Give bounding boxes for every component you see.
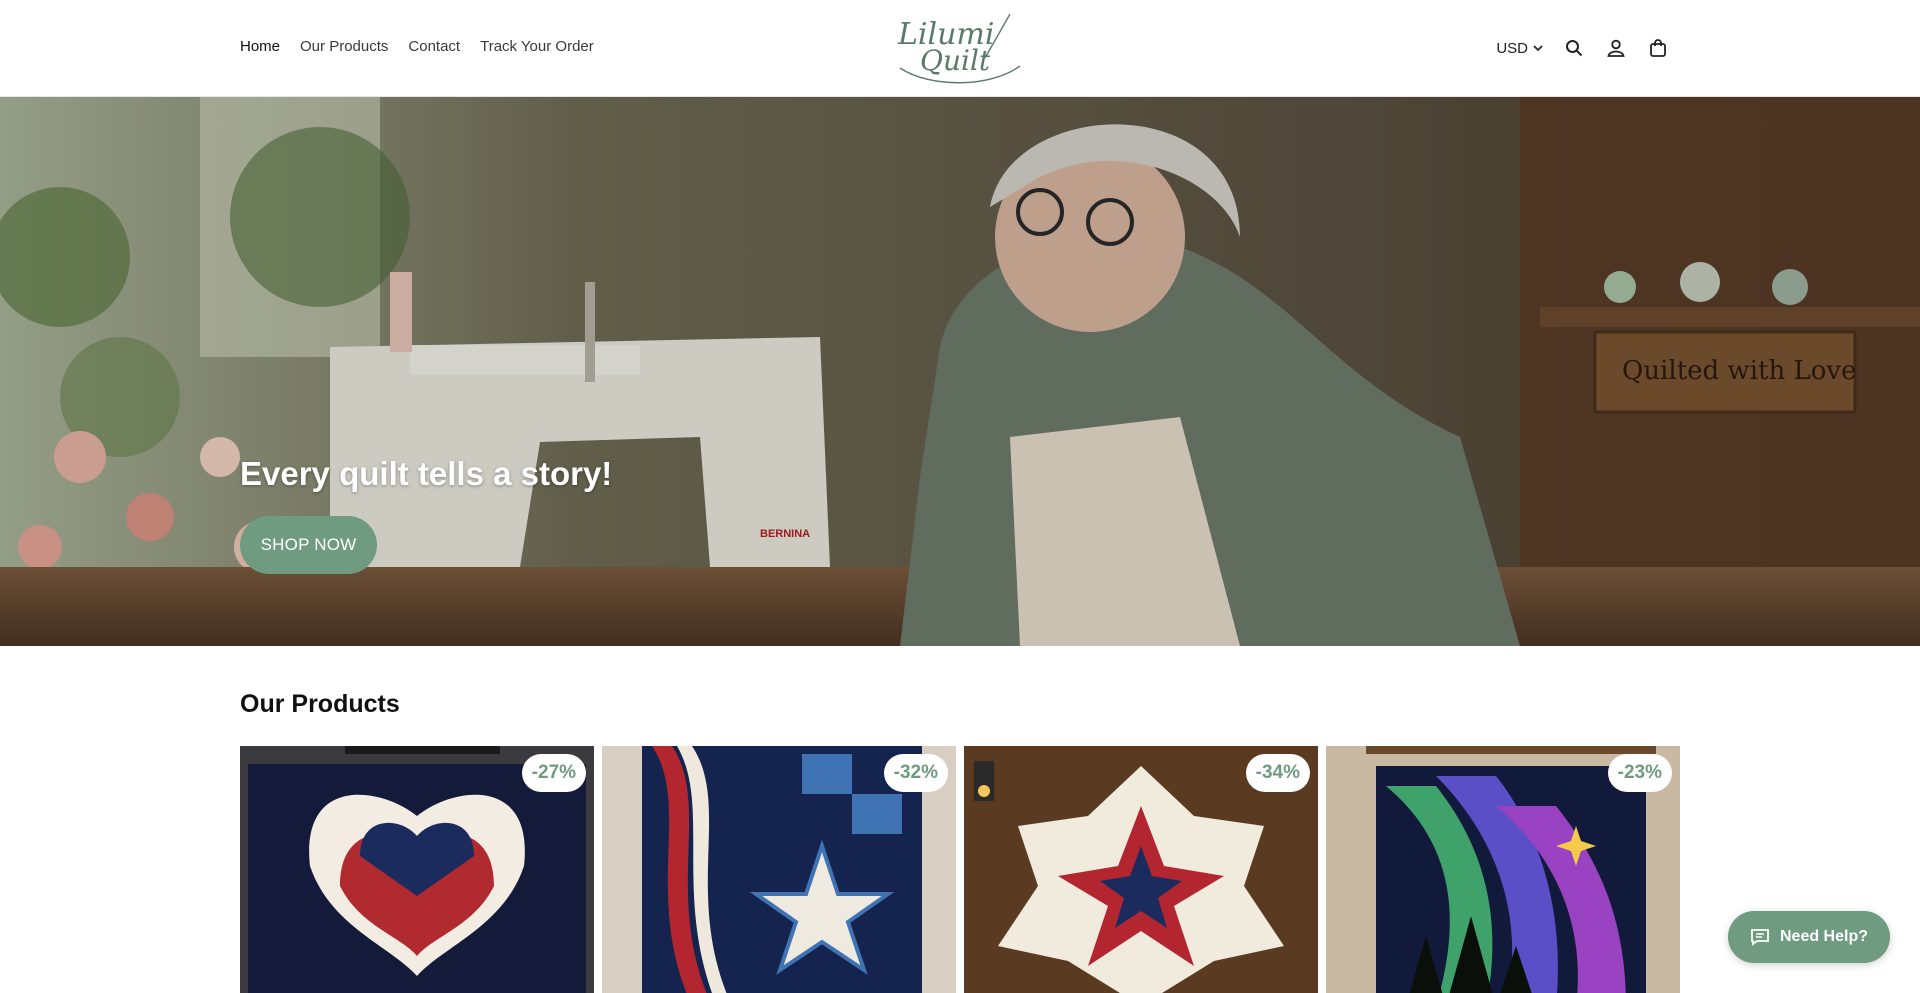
logo[interactable]: Lilumi Quilt xyxy=(890,10,1030,86)
nav-track-order[interactable]: Track Your Order xyxy=(480,38,594,55)
account-icon xyxy=(1607,39,1625,57)
discount-badge: -34% xyxy=(1245,754,1310,792)
nav-our-products[interactable]: Our Products xyxy=(300,38,388,55)
nav-contact[interactable]: Contact xyxy=(408,38,460,55)
shop-now-button[interactable]: SHOP NOW xyxy=(240,516,377,574)
product-grid: -27% -32% -34% -23% xyxy=(240,746,1680,993)
hero-banner: Quilted with Love BERNINA Every quilt te… xyxy=(0,97,1920,646)
need-help-label: Need Help? xyxy=(1779,928,1868,945)
discount-badge: -27% xyxy=(521,754,586,792)
search-button[interactable] xyxy=(1562,36,1586,60)
hero-title: Every quilt tells a story! xyxy=(240,455,613,492)
product-card[interactable]: -27% xyxy=(240,746,594,993)
products-section-title: Our Products xyxy=(240,690,400,718)
currency-label: USD xyxy=(1496,39,1528,57)
need-help-button[interactable]: Need Help? xyxy=(1728,911,1890,963)
cart-icon xyxy=(1650,39,1666,57)
logo-line2: Quilt xyxy=(920,44,991,77)
search-icon xyxy=(1566,40,1583,57)
discount-badge: -32% xyxy=(883,754,948,792)
nav-home[interactable]: Home xyxy=(240,38,280,55)
chevron-down-icon xyxy=(1533,45,1543,52)
chat-icon xyxy=(1751,929,1769,946)
site-header: Home Our Products Contact Track Your Ord… xyxy=(0,0,1920,97)
product-card[interactable]: -23% xyxy=(1326,746,1680,993)
account-button[interactable] xyxy=(1604,36,1628,60)
product-card[interactable]: -34% xyxy=(964,746,1318,993)
product-card[interactable]: -32% xyxy=(602,746,956,993)
main-nav: Home Our Products Contact Track Your Ord… xyxy=(240,38,594,55)
discount-badge: -23% xyxy=(1607,754,1672,792)
cart-button[interactable] xyxy=(1646,36,1670,60)
currency-selector[interactable]: USD xyxy=(1496,40,1544,57)
header-actions: USD xyxy=(1496,36,1670,60)
